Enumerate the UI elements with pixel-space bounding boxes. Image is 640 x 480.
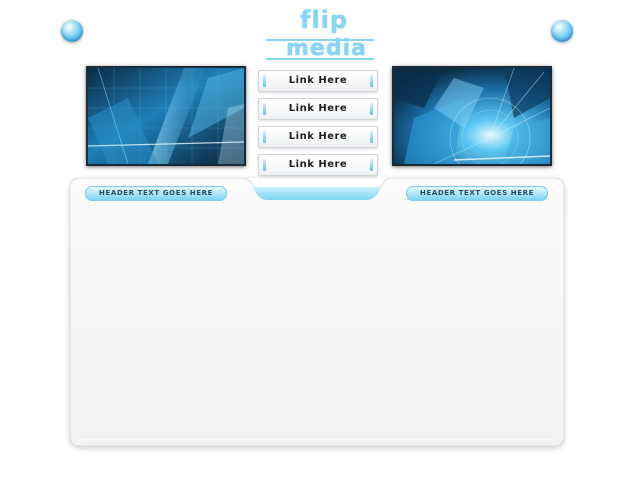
button-accent-left (263, 103, 266, 115)
logo-underline (266, 58, 374, 60)
button-accent-left (263, 159, 266, 171)
button-accent-left (263, 131, 266, 143)
orb-decoration-right (551, 20, 573, 42)
nav-link-label: Link Here (288, 159, 348, 170)
nav-link-label: Link Here (288, 103, 348, 114)
content-panel: HEADER TEXT GOES HERE HEADER TEXT GOES H… (70, 178, 564, 446)
button-accent-left (263, 75, 266, 87)
banner-image-left (86, 66, 246, 166)
section-header-right: HEADER TEXT GOES HERE (406, 186, 548, 201)
nav-link-3[interactable]: Link Here (258, 126, 378, 148)
button-accent-right (370, 131, 373, 143)
nav-link-2[interactable]: Link Here (258, 98, 378, 120)
banner-image-right (392, 66, 552, 166)
site-logo[interactable]: flip media (262, 6, 378, 66)
logo-word-flip: flip (300, 6, 349, 34)
page: flip media Link Here Link Here Link Here… (0, 0, 640, 480)
section-header-left: HEADER TEXT GOES HERE (85, 186, 227, 201)
nav-link-4[interactable]: Link Here (258, 154, 378, 176)
orb-decoration-left (61, 20, 83, 42)
nav-link-label: Link Here (288, 75, 348, 86)
button-accent-right (370, 103, 373, 115)
button-accent-right (370, 75, 373, 87)
button-accent-right (370, 159, 373, 171)
nav-link-1[interactable]: Link Here (258, 70, 378, 92)
nav-menu: Link Here Link Here Link Here Link Here (258, 70, 378, 182)
nav-link-label: Link Here (288, 131, 348, 142)
